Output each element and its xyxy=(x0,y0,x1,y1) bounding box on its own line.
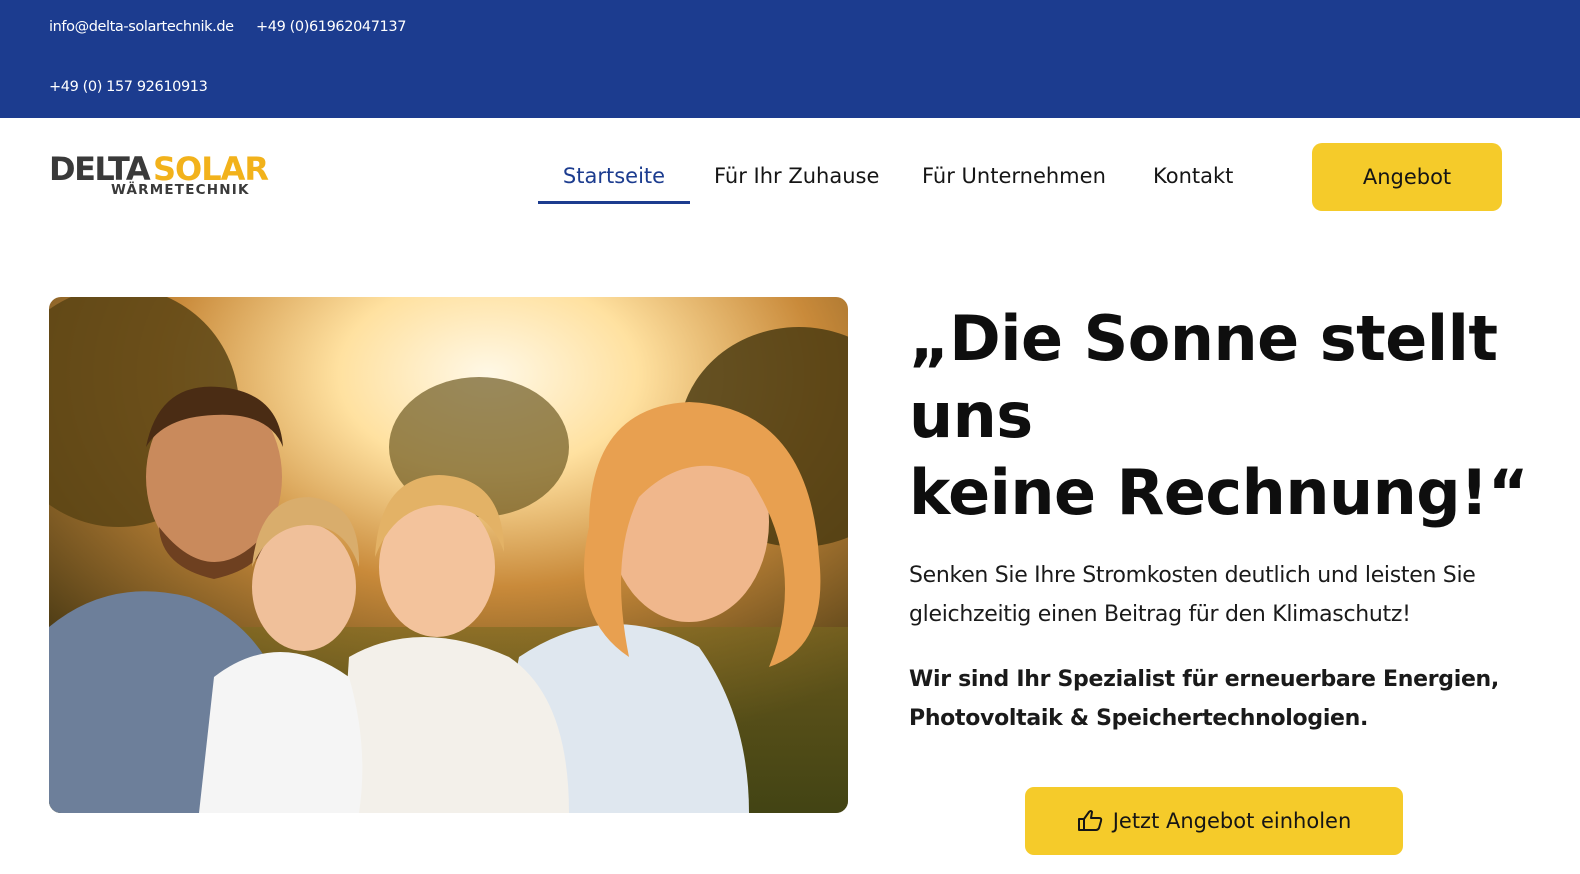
logo-tagline: WÄRMETECHNIK xyxy=(111,182,250,198)
hero-family-photo xyxy=(49,297,848,813)
hero-title-line: uns xyxy=(909,379,1033,452)
site-logo[interactable]: DELTA SOLAR WÄRMETECHNIK xyxy=(49,150,269,202)
hero-title: „Die Sonne stellt uns keine Rechnung!“ xyxy=(909,300,1549,531)
nav-item-zuhause[interactable]: Für Ihr Zuhause xyxy=(714,156,879,206)
logo-word-solar: SOLAR xyxy=(153,150,269,188)
contact-email-link[interactable]: info@delta-solartechnik.de xyxy=(49,19,234,35)
get-offer-label: Jetzt Angebot einholen xyxy=(1112,809,1352,833)
thumbs-up-icon xyxy=(1077,810,1102,831)
hero-specialist-text: Wir sind Ihr Spezialist für erneuerbare … xyxy=(909,667,1499,731)
nav-item-startseite[interactable]: Startseite xyxy=(538,156,690,206)
logo-word-delta: DELTA xyxy=(49,150,151,188)
get-offer-button[interactable]: Jetzt Angebot einholen xyxy=(1025,787,1403,855)
contact-phone-link[interactable]: +49 (0)61962047137 xyxy=(256,19,406,35)
nav-item-unternehmen[interactable]: Für Unternehmen xyxy=(922,156,1106,206)
nav-item-kontakt[interactable]: Kontakt xyxy=(1153,156,1233,206)
contact-mobile-link[interactable]: +49 (0) 157 92610913 xyxy=(49,79,208,95)
site-header: DELTA SOLAR WÄRMETECHNIK Startseite Für … xyxy=(0,118,1580,236)
offer-button[interactable]: Angebot xyxy=(1312,143,1502,211)
hero-title-line: „Die Sonne stellt xyxy=(909,302,1498,375)
family-photo-illustration xyxy=(49,297,848,813)
hero-title-line: keine Rechnung!“ xyxy=(909,456,1529,529)
top-contact-bar: info@delta-solartechnik.de +49 (0)619620… xyxy=(0,0,1580,118)
hero-description: Senken Sie Ihre Stromkosten deutlich und… xyxy=(909,563,1476,627)
